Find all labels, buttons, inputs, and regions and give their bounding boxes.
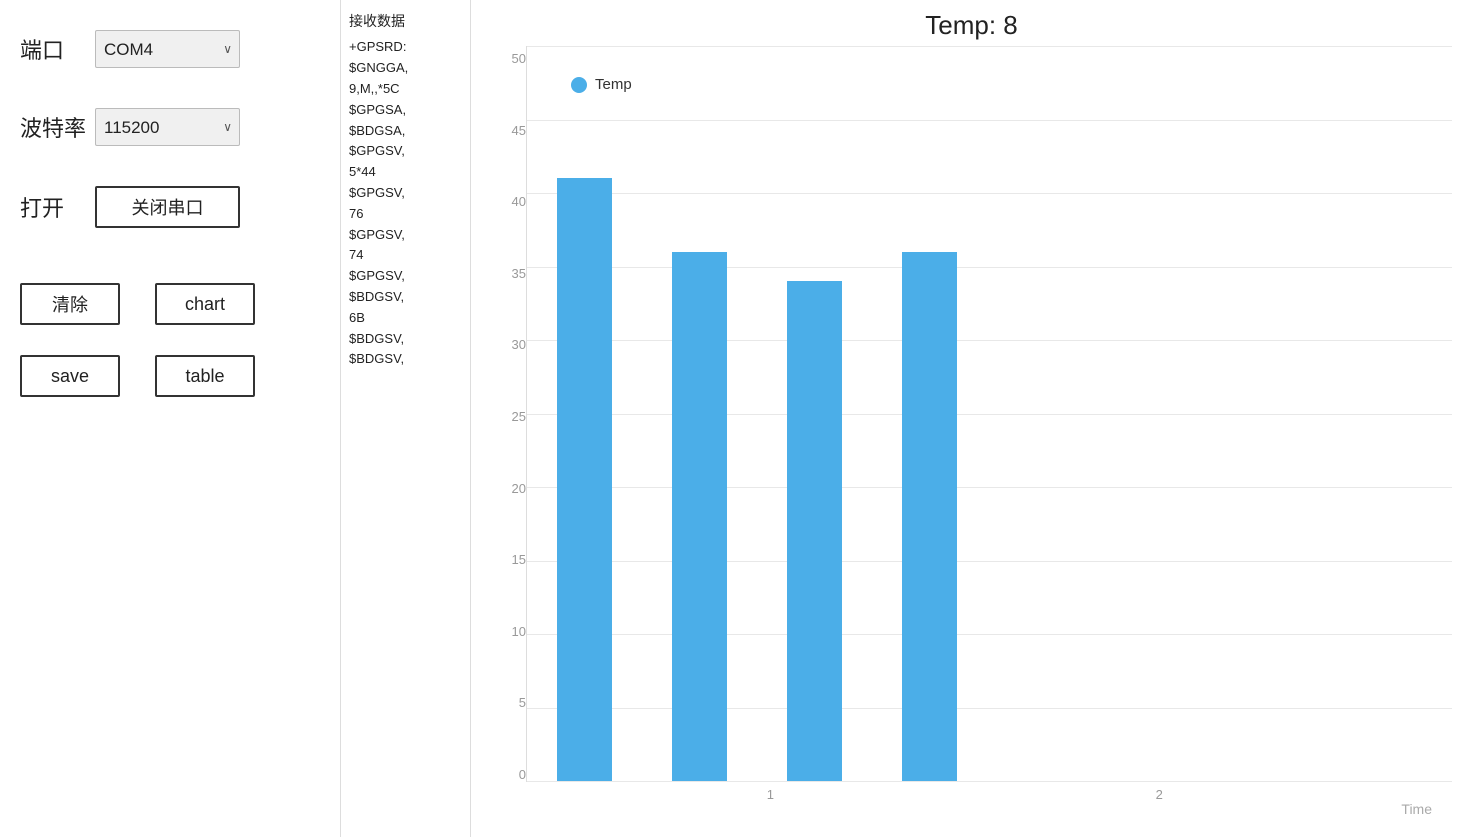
x-axis-label: 1 <box>767 787 774 802</box>
left-panel: 端口 COM4 COM1 COM2 COM3 ∨ 波特率 115200 9600… <box>0 0 340 837</box>
save-table-row: save table <box>20 355 320 397</box>
serial-line: $BDGSV, <box>349 349 462 370</box>
baud-label: 波特率 <box>20 111 95 143</box>
baud-select-wrapper[interactable]: 115200 9600 19200 38400 57600 ∨ <box>95 108 240 146</box>
serial-data-lines: +GPSRD:$GNGGA,9,M,,*5C$GPGSA,$BDGSA,$GPG… <box>349 37 462 370</box>
serial-line: $GNGGA, <box>349 58 462 79</box>
port-select[interactable]: COM4 COM1 COM2 COM3 <box>95 30 240 68</box>
serial-line: 6B <box>349 308 462 329</box>
save-button[interactable]: save <box>20 355 120 397</box>
chart-title: Temp: 8 <box>491 10 1452 41</box>
serial-line: $GPGSV, <box>349 183 462 204</box>
chart-bar <box>787 281 842 781</box>
x-axis-label: 2 <box>1156 787 1163 802</box>
y-axis-label: 20 <box>512 481 526 496</box>
port-row: 端口 COM4 COM1 COM2 COM3 ∨ <box>20 30 320 68</box>
serial-line: $BDGSA, <box>349 121 462 142</box>
y-axis-label: 40 <box>512 194 526 209</box>
serial-line: 9,M,,*5C <box>349 79 462 100</box>
chart-bar <box>902 252 957 781</box>
serial-line: $GPGSV, <box>349 141 462 162</box>
open-row: 打开 关闭串口 <box>20 186 320 228</box>
serial-line: 5*44 <box>349 162 462 183</box>
y-axis-label: 10 <box>512 624 526 639</box>
table-button[interactable]: table <box>155 355 255 397</box>
y-axis-label: 45 <box>512 123 526 138</box>
serial-line: $BDGSV, <box>349 287 462 308</box>
x-axis-time-label: Time <box>1401 801 1432 817</box>
chart-area: 50454035302520151050 Temp Time 12 <box>491 46 1452 817</box>
y-axis-label: 5 <box>519 695 526 710</box>
y-axis-label: 15 <box>512 552 526 567</box>
y-axis-label: 50 <box>512 51 526 66</box>
serial-line: $GPGSA, <box>349 100 462 121</box>
clear-button[interactable]: 清除 <box>20 283 120 325</box>
serial-line: $GPGSV, <box>349 225 462 246</box>
port-select-wrapper[interactable]: COM4 COM1 COM2 COM3 ∨ <box>95 30 240 68</box>
y-axis-label: 30 <box>512 337 526 352</box>
baud-select[interactable]: 115200 9600 19200 38400 57600 <box>95 108 240 146</box>
clear-chart-row: 清除 chart <box>20 283 320 325</box>
chart-bar <box>672 252 727 781</box>
y-axis-label: 25 <box>512 409 526 424</box>
serial-line: $BDGSV, <box>349 329 462 350</box>
receive-data-label: 接收数据 <box>349 10 462 32</box>
serial-line: +GPSRD: <box>349 37 462 58</box>
chart-grid <box>526 46 1452 782</box>
middle-panel: 接收数据 +GPSRD:$GNGGA,9,M,,*5C$GPGSA,$BDGSA… <box>340 0 470 837</box>
chart-body: Temp Time 12 <box>526 46 1452 817</box>
y-axis: 50454035302520151050 <box>491 46 526 817</box>
close-serial-button[interactable]: 关闭串口 <box>95 186 240 228</box>
open-label: 打开 <box>20 191 95 223</box>
right-panel: Temp: 8 50454035302520151050 Temp Time 1… <box>470 0 1472 837</box>
serial-line: 74 <box>349 245 462 266</box>
serial-line: $GPGSV, <box>349 266 462 287</box>
y-axis-label: 0 <box>519 767 526 782</box>
port-label: 端口 <box>20 33 95 65</box>
y-axis-label: 35 <box>512 266 526 281</box>
bars-container <box>527 46 1452 781</box>
x-axis: Time 1 2 <box>526 782 1452 817</box>
chart-bar <box>557 178 612 781</box>
serial-line: 76 <box>349 204 462 225</box>
chart-button[interactable]: chart <box>155 283 255 325</box>
baud-row: 波特率 115200 9600 19200 38400 57600 ∨ <box>20 108 320 146</box>
